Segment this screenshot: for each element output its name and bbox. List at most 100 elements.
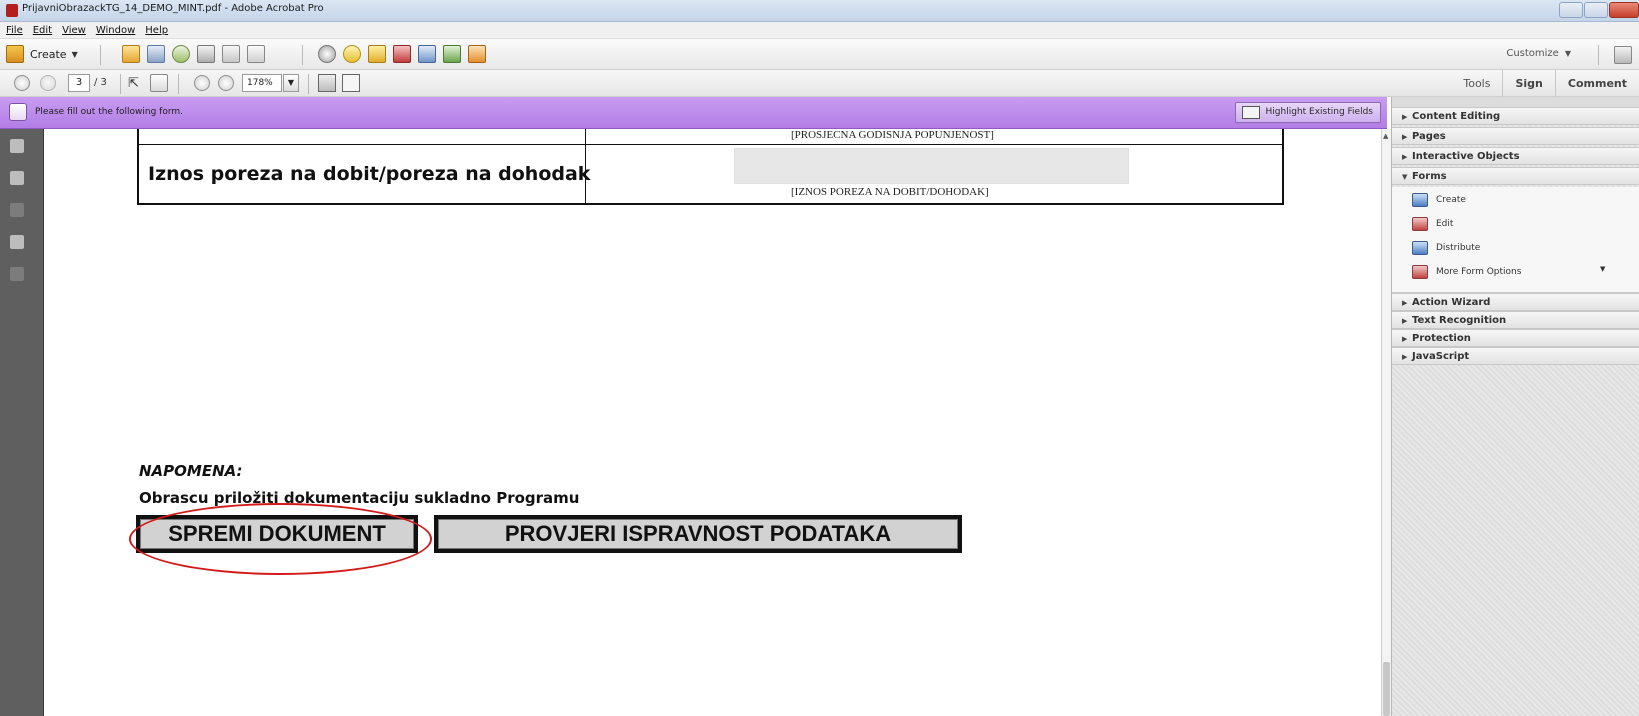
create-button[interactable]: Create ▼ [6, 44, 78, 64]
zoom-level-input[interactable]: 178% [242, 74, 282, 92]
highlight-fields-button[interactable]: Highlight Existing Fields [1234, 102, 1381, 123]
occupancy-caption: [PROSJECNA GODISNJA POPUNJENOST] [791, 129, 994, 141]
panel-pages[interactable]: ▶ Pages [1392, 127, 1639, 145]
open-icon[interactable] [122, 45, 140, 63]
panel-label: Text Recognition [1412, 315, 1507, 326]
panel-text-recognition[interactable]: ▶ Text Recognition [1392, 311, 1639, 329]
comment-icon[interactable] [343, 45, 361, 63]
customize-label: Customize [1506, 48, 1559, 59]
tab-sign[interactable]: Sign [1502, 70, 1554, 97]
minimize-button[interactable] [1559, 2, 1583, 18]
menu-file[interactable]: File [6, 25, 23, 36]
note-heading: NAPOMENA: [139, 462, 243, 480]
vertical-scrollbar[interactable]: ▲ [1381, 129, 1391, 716]
forms-panel-body: Create Edit Distribute More Form Options… [1392, 187, 1639, 293]
forms-create-item[interactable]: Create [1412, 193, 1466, 207]
menu-window[interactable]: Window [96, 25, 135, 36]
next-page-icon[interactable] [40, 75, 56, 91]
acrobat-app-icon [6, 4, 18, 17]
panel-action-wizard[interactable]: ▶ Action Wizard [1392, 293, 1639, 311]
create-icon [6, 45, 24, 63]
attachments-icon[interactable] [10, 203, 24, 217]
full-screen-icon[interactable] [342, 74, 360, 92]
chevron-down-icon: ▼ [1600, 265, 1606, 273]
panel-label: JavaScript [1412, 351, 1470, 362]
panel-label: Content Editing [1412, 111, 1501, 122]
gear-icon[interactable] [318, 45, 336, 63]
zoom-dropdown-icon[interactable]: ▼ [283, 74, 299, 92]
title-bar: PrijavniObrazackTG_14_DEMO_MINT.pdf - Ad… [0, 0, 1639, 22]
signatures-icon[interactable] [10, 267, 24, 281]
maximize-button[interactable] [1584, 2, 1608, 18]
navigation-toolbar: 3 / 3 ⇱ 178% ▼ Tools Sign Comment [0, 70, 1639, 97]
export-icon[interactable] [443, 45, 461, 63]
check-data-button[interactable]: PROVJERI ISPRAVNOST PODATAKA [434, 515, 962, 553]
forms-edit-item[interactable]: Edit [1412, 217, 1453, 231]
highlight-icon[interactable] [368, 45, 386, 63]
create-label: Create [30, 47, 67, 61]
menu-edit[interactable]: Edit [33, 25, 52, 36]
form-options-icon [1412, 265, 1428, 279]
edit-document-icon[interactable] [222, 45, 240, 63]
toolbar-separator [308, 74, 309, 94]
forms-item-label: Create [1436, 195, 1466, 205]
chevron-right-icon: ▶ [1402, 113, 1408, 121]
navigation-pane [0, 129, 44, 716]
hand-tool-icon[interactable] [150, 74, 168, 92]
forms-distribute-item[interactable]: Distribute [1412, 241, 1480, 255]
select-cursor-icon[interactable]: ⇱ [128, 76, 139, 91]
expand-icon[interactable] [1614, 46, 1632, 64]
panel-forms[interactable]: ▼ Forms [1392, 167, 1639, 185]
panel-label: Protection [1412, 333, 1471, 344]
panel-interactive-objects[interactable]: ▶ Interactive Objects [1392, 147, 1639, 165]
file-icon-group [122, 45, 265, 63]
fit-page-icon[interactable] [318, 74, 336, 92]
forms-item-label: More Form Options [1436, 267, 1522, 277]
panel-protection[interactable]: ▶ Protection [1392, 329, 1639, 347]
form-message: Please fill out the following form. [35, 107, 183, 117]
pane-tabs: Tools Sign Comment [1451, 70, 1639, 97]
chevron-right-icon: ▶ [1402, 133, 1408, 141]
customize-dropdown[interactable]: Customize ▼ [1506, 48, 1571, 59]
form-page-icon[interactable] [418, 45, 436, 63]
window-controls [1559, 2, 1639, 18]
forms-item-label: Edit [1436, 219, 1454, 229]
check-data-label: PROVJERI ISPRAVNOST PODATAKA [504, 521, 892, 546]
tax-amount-caption: [IZNOS POREZA NA DOBIT/DOHODAK] [791, 186, 989, 198]
panel-javascript[interactable]: ▶ JavaScript [1392, 347, 1639, 365]
cloud-icon[interactable] [172, 45, 190, 63]
layers-icon[interactable] [10, 235, 24, 249]
chevron-down-icon: ▼ [1402, 173, 1408, 181]
close-button[interactable] [1609, 2, 1639, 18]
page-number-input[interactable]: 3 [68, 74, 90, 92]
save-document-label: SPREMI DOKUMENT [168, 521, 386, 546]
save-document-button[interactable]: SPREMI DOKUMENT [136, 515, 418, 553]
tab-comment[interactable]: Comment [1554, 70, 1639, 97]
panel-content-editing[interactable]: ▶ Content Editing [1392, 107, 1639, 125]
panel-label: Action Wizard [1412, 297, 1491, 308]
tax-amount-field[interactable] [734, 148, 1129, 184]
zoom-in-icon[interactable] [218, 75, 234, 91]
page-thumbnails-icon[interactable] [10, 139, 24, 153]
print-icon[interactable] [197, 45, 215, 63]
forms-more-options-item[interactable]: More Form Options ▼ [1412, 265, 1622, 279]
note-text: Obrascu priložiti dokumentaciju sukladno… [139, 489, 580, 507]
scrollbar-thumb[interactable] [1383, 662, 1390, 716]
zoom-out-icon[interactable] [194, 75, 210, 91]
scroll-up-icon[interactable]: ▲ [1383, 132, 1388, 140]
sign-icon[interactable] [393, 45, 411, 63]
table-row-divider [139, 144, 1282, 145]
form-table: [PROSJECNA GODISNJA POPUNJENOST] Iznos p… [137, 129, 1284, 205]
email-icon[interactable] [247, 45, 265, 63]
document-viewport [44, 129, 1381, 716]
highlight-fields-label: Highlight Existing Fields [1265, 107, 1373, 117]
previous-page-icon[interactable] [14, 75, 30, 91]
menu-help[interactable]: Help [145, 25, 168, 36]
save-icon[interactable] [147, 45, 165, 63]
share-icon[interactable] [468, 45, 486, 63]
bookmarks-icon[interactable] [10, 171, 24, 185]
menu-view[interactable]: View [62, 25, 86, 36]
tab-tools[interactable]: Tools [1451, 70, 1502, 97]
page-count: / 3 [94, 77, 107, 88]
review-icon-group [318, 45, 486, 63]
